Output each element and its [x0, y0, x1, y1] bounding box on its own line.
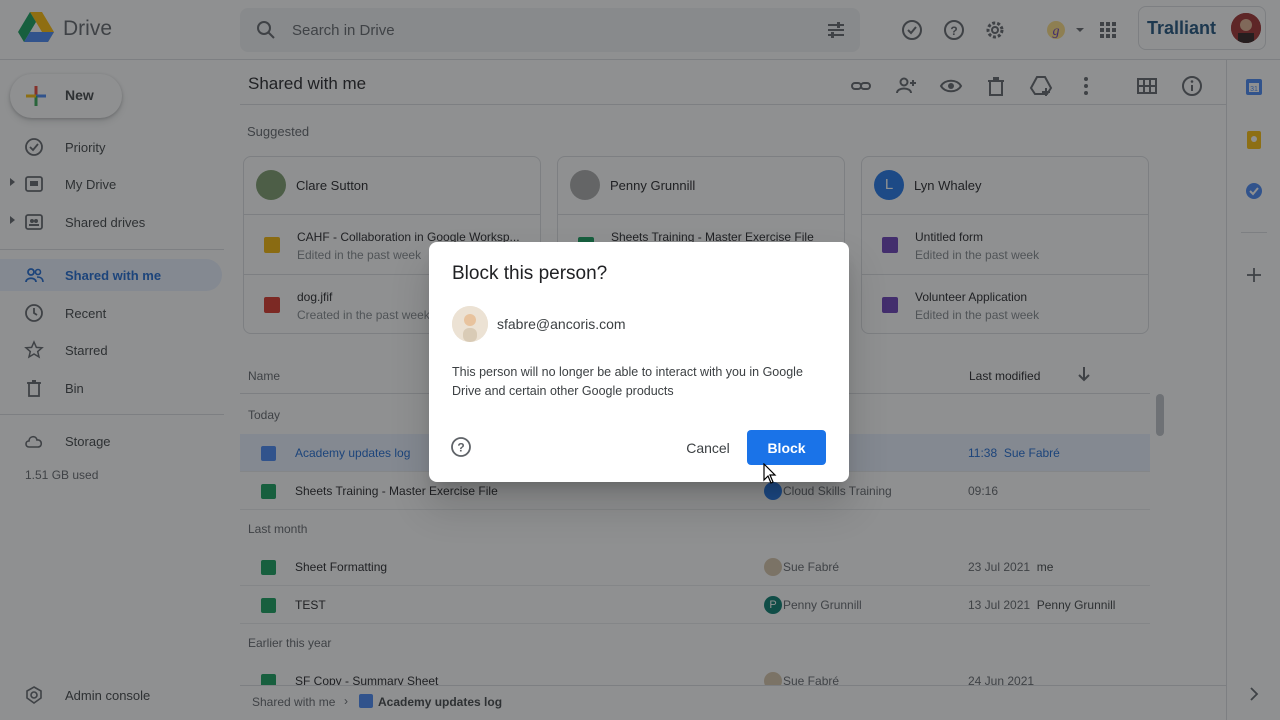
dialog-message: This person will no longer be able to in…	[452, 365, 803, 398]
help-icon[interactable]: ?	[450, 436, 472, 458]
mouse-pointer-icon	[763, 463, 777, 484]
blocked-user-avatar	[452, 306, 488, 342]
cancel-button[interactable]: Cancel	[673, 431, 743, 465]
block-button[interactable]: Block	[747, 430, 826, 465]
block-person-dialog: Block this person? sfabre@ancoris.com Th…	[429, 242, 849, 482]
blocked-user-email: sfabre@ancoris.com	[497, 316, 626, 332]
avatar-image-icon	[452, 306, 488, 342]
dialog-title: Block this person?	[452, 263, 608, 284]
svg-text:?: ?	[457, 441, 464, 455]
